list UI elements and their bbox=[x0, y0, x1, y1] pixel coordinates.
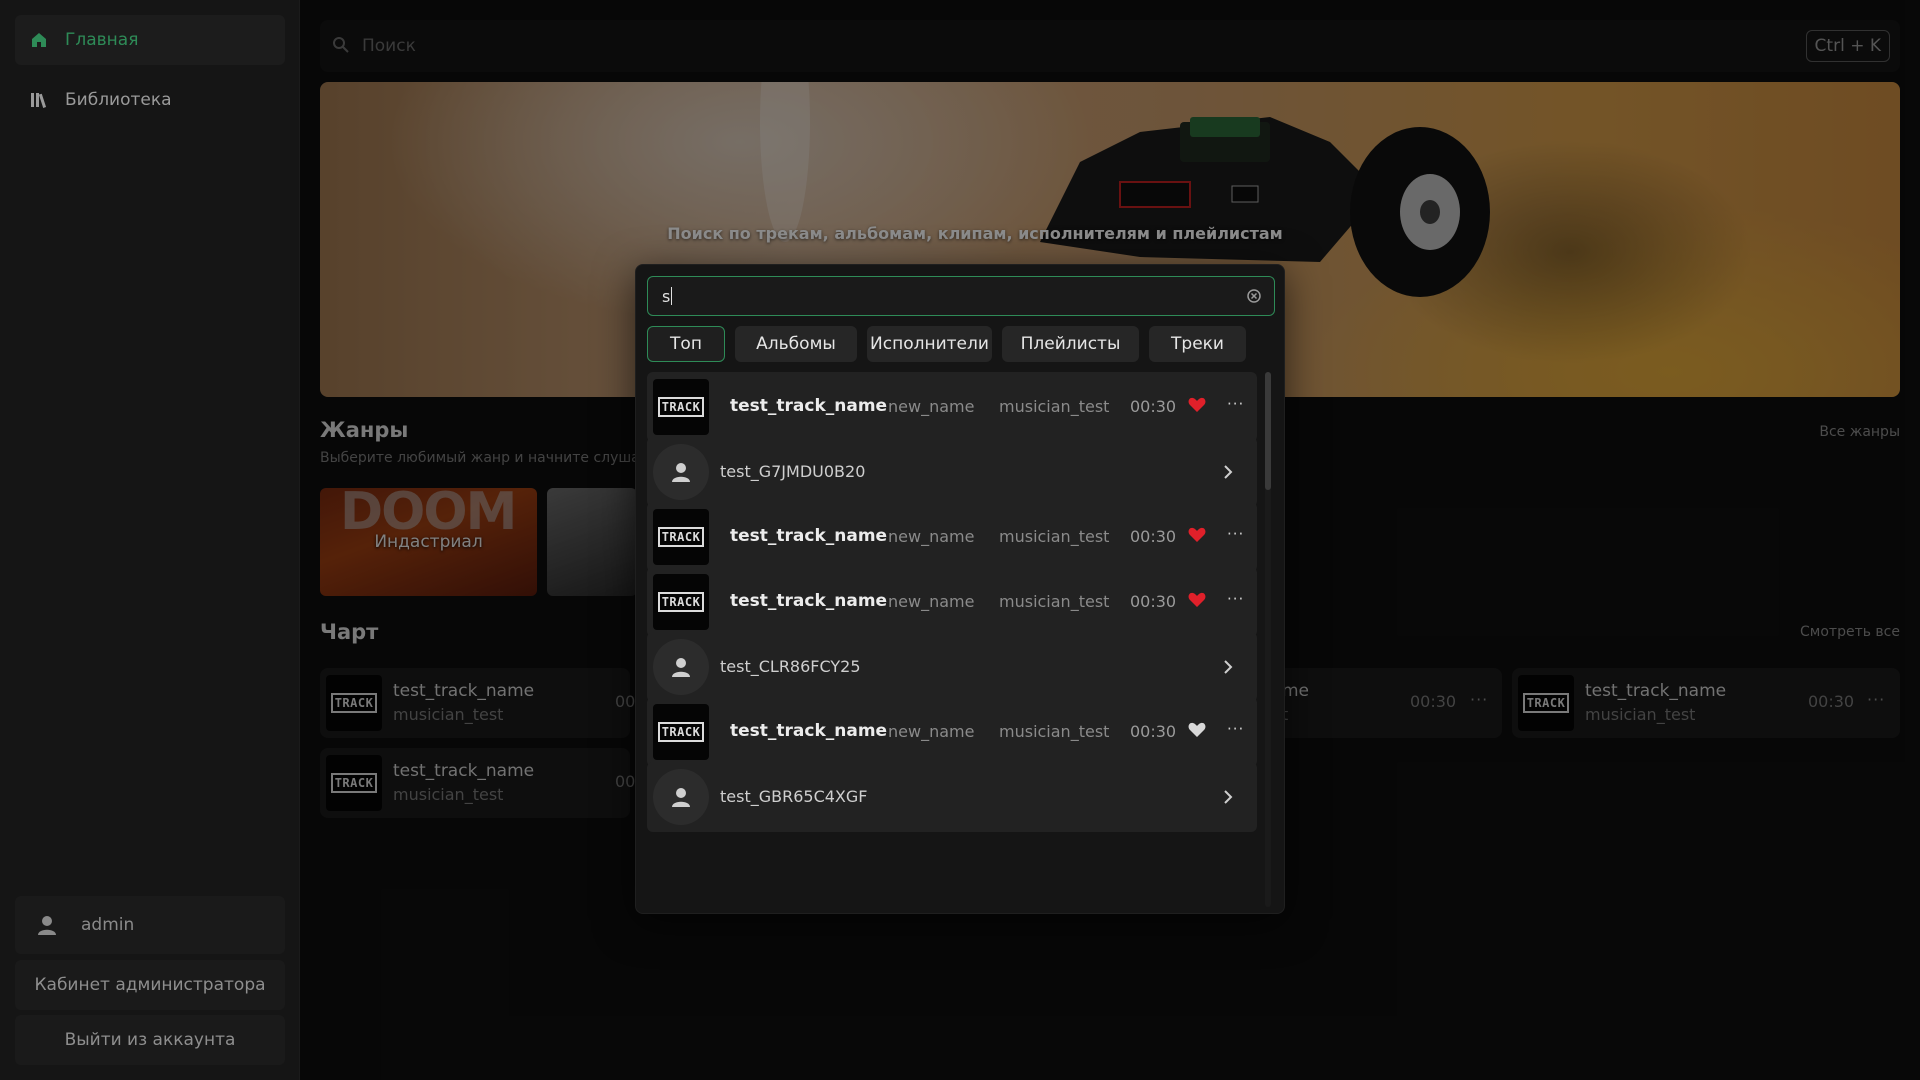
more-options-icon[interactable]: ··· bbox=[1227, 525, 1244, 543]
clear-icon[interactable] bbox=[1246, 288, 1262, 304]
user-icon bbox=[29, 907, 65, 943]
track-cover-text: TRACK bbox=[657, 722, 705, 742]
artist-name: test_CLR86FCY25 bbox=[720, 657, 861, 676]
result-artist-row[interactable]: test_G7JMDU0B20 bbox=[647, 437, 1257, 507]
search-input[interactable]: s bbox=[647, 276, 1275, 316]
track-duration: 00:30 bbox=[1130, 527, 1177, 546]
user-profile[interactable]: admin bbox=[15, 896, 285, 954]
result-track-row[interactable]: TRACK test_track_name new_name musician_… bbox=[647, 372, 1257, 442]
result-track-row[interactable]: TRACK test_track_name new_name musician_… bbox=[647, 502, 1257, 572]
search-modal: s Топ Альбомы Исполнители Плейлисты Трек… bbox=[635, 264, 1285, 914]
track-album[interactable]: new_name bbox=[888, 397, 974, 416]
tab-playlists[interactable]: Плейлисты bbox=[1002, 326, 1139, 362]
logout-button[interactable]: Выйти из аккаунта bbox=[15, 1015, 285, 1065]
track-album[interactable]: new_name bbox=[888, 722, 974, 741]
heart-icon[interactable] bbox=[1188, 722, 1206, 740]
chevron-right-icon[interactable] bbox=[1221, 787, 1235, 807]
result-track-row[interactable]: TRACK test_track_name new_name musician_… bbox=[647, 567, 1257, 637]
track-cover: TRACK bbox=[653, 704, 709, 760]
more-options-icon[interactable]: ··· bbox=[1227, 395, 1244, 413]
track-album[interactable]: new_name bbox=[888, 592, 974, 611]
track-duration: 00:30 bbox=[1130, 397, 1177, 416]
track-title: test_track_name bbox=[730, 591, 888, 611]
library-icon bbox=[29, 90, 49, 110]
heart-filled-icon[interactable] bbox=[1188, 592, 1206, 610]
result-artist-row[interactable]: test_GBR65C4XGF bbox=[647, 762, 1257, 832]
track-title: test_track_name bbox=[730, 396, 888, 416]
search-query: s bbox=[662, 286, 671, 306]
track-cover: TRACK bbox=[653, 509, 709, 565]
track-artist[interactable]: musician_test bbox=[999, 397, 1109, 416]
heart-filled-icon[interactable] bbox=[1188, 397, 1206, 415]
sidebar: Главная Библиотека admin Кабинет админис… bbox=[0, 0, 300, 1080]
track-title: test_track_name bbox=[730, 526, 888, 546]
artist-avatar-icon bbox=[653, 444, 709, 500]
sidebar-item-label: Главная bbox=[65, 30, 139, 50]
scrollbar-thumb[interactable] bbox=[1265, 372, 1271, 490]
sidebar-item-home[interactable]: Главная bbox=[15, 15, 285, 65]
search-results-list: TRACK test_track_name new_name musician_… bbox=[647, 372, 1257, 907]
track-artist[interactable]: musician_test bbox=[999, 527, 1109, 546]
admin-cabinet-button[interactable]: Кабинет администратора bbox=[15, 960, 285, 1010]
tab-tracks[interactable]: Треки bbox=[1149, 326, 1246, 362]
home-icon bbox=[29, 30, 49, 50]
username: admin bbox=[81, 915, 135, 935]
sidebar-item-label: Библиотека bbox=[65, 90, 172, 110]
track-cover-text: TRACK bbox=[657, 397, 705, 417]
more-options-icon[interactable]: ··· bbox=[1227, 720, 1244, 738]
tab-artists[interactable]: Исполнители bbox=[867, 326, 992, 362]
track-title: test_track_name bbox=[730, 721, 888, 741]
artist-avatar-icon bbox=[653, 769, 709, 825]
sidebar-item-library[interactable]: Библиотека bbox=[15, 75, 285, 125]
track-cover: TRACK bbox=[653, 574, 709, 630]
result-artist-row[interactable]: test_CLR86FCY25 bbox=[647, 632, 1257, 702]
tab-albums[interactable]: Альбомы bbox=[735, 326, 857, 362]
chevron-right-icon[interactable] bbox=[1221, 462, 1235, 482]
track-duration: 00:30 bbox=[1130, 592, 1177, 611]
chevron-right-icon[interactable] bbox=[1221, 657, 1235, 677]
track-cover-text: TRACK bbox=[657, 592, 705, 612]
heart-filled-icon[interactable] bbox=[1188, 527, 1206, 545]
text-caret bbox=[671, 287, 673, 305]
track-album[interactable]: new_name bbox=[888, 527, 974, 546]
tab-top[interactable]: Топ bbox=[647, 326, 725, 362]
track-duration: 00:30 bbox=[1130, 722, 1177, 741]
artist-avatar-icon bbox=[653, 639, 709, 695]
results-scrollbar[interactable] bbox=[1265, 372, 1271, 907]
track-artist[interactable]: musician_test bbox=[999, 592, 1109, 611]
artist-name: test_GBR65C4XGF bbox=[720, 787, 868, 806]
track-cover-text: TRACK bbox=[657, 527, 705, 547]
track-artist[interactable]: musician_test bbox=[999, 722, 1109, 741]
artist-name: test_G7JMDU0B20 bbox=[720, 462, 866, 481]
result-track-row[interactable]: TRACK test_track_name new_name musician_… bbox=[647, 697, 1257, 767]
track-cover: TRACK bbox=[653, 379, 709, 435]
more-options-icon[interactable]: ··· bbox=[1227, 590, 1244, 608]
